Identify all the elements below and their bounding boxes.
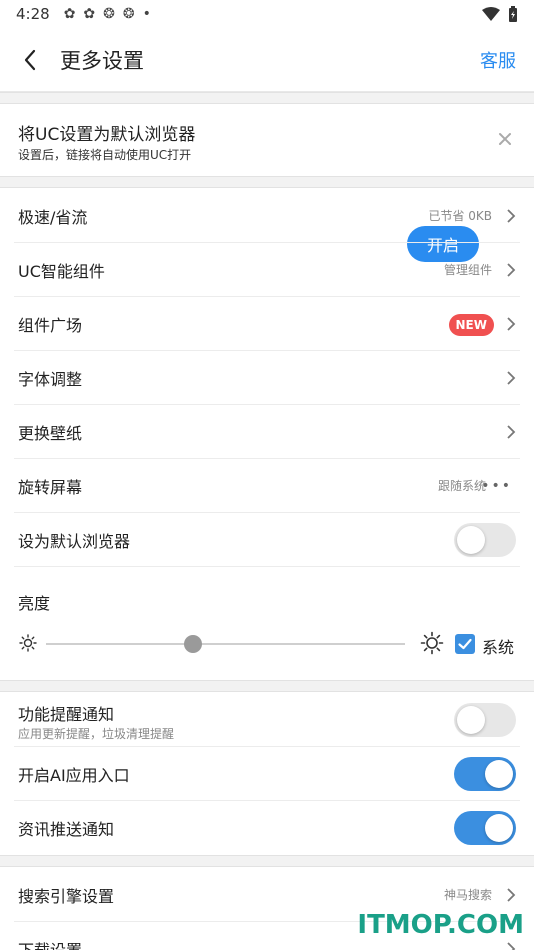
- row-label: 资讯推送通知: [18, 820, 115, 839]
- settings-row-set-default: 设为默认浏览器: [14, 513, 520, 567]
- brightness-control: 系统: [14, 624, 520, 664]
- system-brightness-checkbox[interactable]: [455, 634, 475, 654]
- toggle-knob: [485, 814, 513, 842]
- brightness-slider-thumb[interactable]: [184, 635, 203, 653]
- more-notifications-dot: •: [142, 6, 151, 22]
- row-value: 已节省 0KB: [428, 209, 492, 223]
- row-label: 搜索引擎设置: [18, 886, 115, 906]
- status-time: 4:28: [16, 5, 50, 23]
- section-divider: [0, 855, 534, 867]
- chevron-right-icon: [507, 425, 516, 439]
- feature-reminder-toggle[interactable]: [454, 702, 516, 737]
- status-bar: 4:28 ✿ ✿ ❂ ❂ •: [0, 0, 534, 28]
- checkmark-icon: [458, 638, 472, 650]
- settings-row-feature-reminder: 功能提醒通知 应用更新提醒，垃圾清理提醒: [14, 693, 520, 747]
- row-label: 字体调整: [18, 369, 83, 389]
- close-icon[interactable]: [496, 130, 514, 148]
- row-label: 组件广场: [18, 315, 83, 335]
- row-label: 极速/省流: [18, 207, 88, 227]
- section-divider: [0, 176, 534, 188]
- row-label: UC智能组件: [18, 261, 105, 281]
- settings-row-speed-saving[interactable]: 极速/省流 已节省 0KB: [14, 189, 520, 243]
- chevron-right-icon: [507, 942, 516, 950]
- settings-row-news-push: 资讯推送通知: [14, 801, 520, 855]
- notification-aperture-icon: ❂: [122, 6, 135, 22]
- brightness-slider-track[interactable]: [46, 643, 405, 645]
- row-value: 管理组件: [443, 263, 492, 277]
- page-title: 更多设置: [60, 48, 144, 73]
- brightness-label: 亮度: [18, 594, 51, 613]
- battery-icon: [509, 6, 517, 22]
- toggle-knob: [485, 759, 513, 788]
- set-default-toggle[interactable]: [454, 522, 516, 557]
- row-label: 设为默认浏览器: [18, 531, 131, 551]
- customer-service-link[interactable]: 客服: [480, 47, 516, 73]
- notification-paw-icon: ✿: [83, 6, 96, 22]
- row-label: 开启AI应用入口: [18, 765, 130, 785]
- notification-paw-icon: ✿: [63, 6, 76, 22]
- default-browser-banner: 将UC设置为默认浏览器 设置后，链接将自动使用UC打开 开启: [0, 104, 534, 262]
- section-divider: [0, 92, 534, 104]
- section-divider: [0, 680, 534, 692]
- row-value: 跟随系统: [437, 479, 486, 493]
- ai-entry-toggle[interactable]: [454, 756, 516, 791]
- wifi-icon: [482, 7, 500, 21]
- row-label: 更换壁纸: [18, 423, 83, 443]
- row-value: 神马搜索: [443, 888, 492, 902]
- settings-row-rotate-screen[interactable]: 旋转屏幕 跟随系统 •••: [14, 459, 520, 513]
- brightness-high-icon: [420, 631, 444, 655]
- chevron-right-icon: [507, 209, 516, 223]
- news-push-toggle[interactable]: [454, 811, 516, 845]
- settings-row-font[interactable]: 字体调整: [14, 351, 520, 405]
- row-label: 功能提醒通知: [18, 705, 115, 724]
- toggle-knob: [457, 525, 485, 554]
- banner-title: 将UC设置为默认浏览器: [18, 125, 196, 145]
- chevron-right-icon: [507, 263, 516, 277]
- row-subtitle: 应用更新提醒，垃圾清理提醒: [18, 727, 175, 741]
- watermark: ITMOP.COM: [357, 910, 524, 940]
- toggle-knob: [457, 705, 485, 734]
- chevron-right-icon: [507, 317, 516, 331]
- brightness-low-icon: [19, 634, 37, 652]
- settings-row-widget-plaza[interactable]: 组件广场 NEW: [14, 297, 520, 351]
- back-button[interactable]: [0, 28, 60, 92]
- chevron-right-icon: [507, 371, 516, 385]
- row-label: 下载设置: [18, 937, 82, 950]
- chevron-right-icon: [507, 888, 516, 902]
- row-label: 旋转屏幕: [18, 477, 83, 497]
- back-arrow-icon: [24, 49, 36, 70]
- system-brightness-label: 系统: [482, 638, 515, 657]
- settings-row-wallpaper[interactable]: 更换壁纸: [14, 405, 520, 459]
- new-badge: NEW: [448, 314, 494, 336]
- more-options-icon[interactable]: •••: [481, 478, 512, 494]
- settings-row-ai-entry: 开启AI应用入口: [14, 747, 520, 801]
- notification-aperture-icon: ❂: [103, 6, 115, 22]
- banner-subtitle: 设置后，链接将自动使用UC打开: [18, 148, 192, 162]
- settings-row-uc-widgets[interactable]: UC智能组件 管理组件: [14, 243, 520, 297]
- top-bar: 更多设置 客服: [0, 28, 534, 92]
